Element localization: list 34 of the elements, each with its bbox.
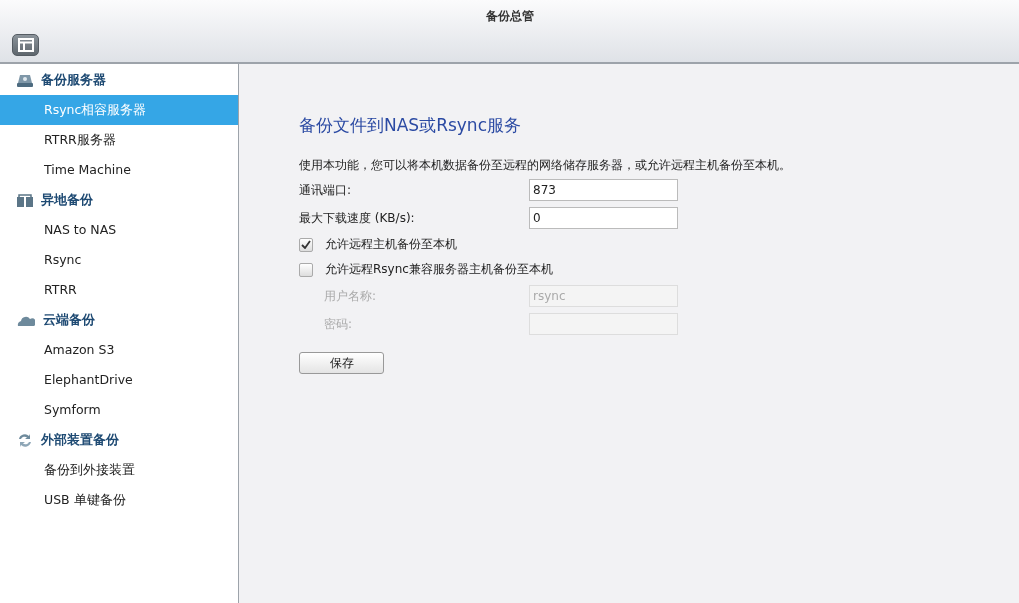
field-label: 密码: [323,315,354,333]
sync-icon [17,432,33,448]
sidebar-item[interactable]: Amazon S3 [0,335,238,365]
panel-toggle-button[interactable] [12,34,39,56]
sidebar-item[interactable]: RTRR服务器 [0,125,238,155]
page-heading: 备份文件到NAS或Rsync服务 [299,114,521,137]
sidebar-item[interactable]: RTRR [0,275,238,305]
checkbox[interactable] [299,237,313,252]
hard-drive-icon [17,73,33,87]
sidebar-item[interactable]: 备份到外接装置 [0,455,238,485]
sidebar-item[interactable]: Symform [0,395,238,425]
save-button[interactable]: 保存 [299,352,384,374]
sidebar-item[interactable]: NAS to NAS [0,215,238,245]
layout-icon [17,38,34,52]
sidebar-item[interactable]: ElephantDrive [0,365,238,395]
cloud-icon [17,314,35,326]
field-label: 最大下载速度 (KB/s): [299,209,416,227]
window-title: 备份总管 [485,8,534,25]
field-label: 通讯端口: [299,181,353,199]
checkbox[interactable] [299,262,313,277]
sidebar-group-label: 异地备份 [41,191,93,209]
checkbox-label: 允许远程Rsync兼容服务器主机备份至本机 [325,261,553,278]
sidebar-group-label: 外部装置备份 [41,431,119,449]
checkbox-label: 允许远程主机备份至本机 [325,236,457,253]
sidebar-group-label: 备份服务器 [41,71,106,89]
sidebar-item[interactable]: Time Machine [0,155,238,185]
input-field[interactable]: 873 [529,179,678,201]
description-text: 使用本功能，您可以将本机数据备份至远程的网络储存服务器，或允许远程主机备份至本机。 [299,157,791,174]
sidebar-item[interactable]: Rsync [0,245,238,275]
field-label: 用户名称: [323,287,378,305]
input-field[interactable]: 0 [529,207,678,229]
two-devices-icon [17,193,33,207]
sidebar-item[interactable]: USB 单键备份 [0,485,238,515]
sidebar-group-label: 云端备份 [43,311,95,329]
